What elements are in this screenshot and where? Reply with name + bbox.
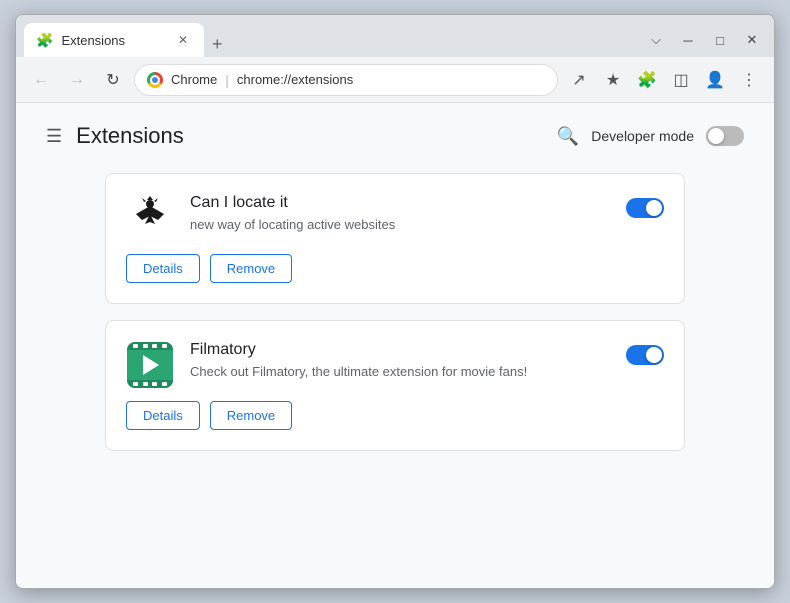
address-chrome-text: Chrome: [171, 72, 217, 87]
ext-details-button-1[interactable]: Details: [126, 254, 200, 283]
tab-close-button[interactable]: ✕: [174, 31, 192, 49]
ext-desc-2: Check out Filmatory, the ultimate extens…: [190, 363, 610, 381]
ext-icon-1: [126, 194, 174, 242]
title-bar: 🧩 Extensions ✕ + ⌵ ─ □ ✕: [16, 15, 774, 57]
minimize-button[interactable]: ─: [674, 29, 702, 51]
bookmark-button[interactable]: ★: [598, 65, 628, 95]
forward-button[interactable]: →: [62, 65, 92, 95]
ext-remove-button-2[interactable]: Remove: [210, 401, 292, 430]
search-icon[interactable]: 🔍: [557, 126, 579, 147]
film-hole: [152, 344, 157, 348]
ext-info-1: Can I locate it new way of locating acti…: [190, 194, 610, 234]
extension-card-2: Filmatory Check out Filmatory, the ultim…: [105, 320, 685, 451]
film-hole: [133, 344, 138, 348]
extensions-button[interactable]: 🧩: [632, 65, 662, 95]
restore-down-button[interactable]: ⌵: [642, 29, 670, 51]
nav-icons: ↗ ★ 🧩 ◫ 👤 ⋮: [564, 65, 764, 95]
chrome-logo: [147, 72, 163, 88]
ext-top-1: Can I locate it new way of locating acti…: [126, 194, 664, 242]
close-button[interactable]: ✕: [738, 29, 766, 51]
page-header-left: ☰ Extensions: [46, 123, 184, 149]
ext-toggle-2[interactable]: [626, 345, 664, 365]
bird-svg-icon: [127, 195, 173, 241]
developer-mode-toggle[interactable]: [706, 126, 744, 146]
film-hole: [133, 382, 138, 386]
page-header: ☰ Extensions 🔍 Developer mode: [46, 123, 744, 149]
ext-actions-1: Details Remove: [126, 254, 664, 283]
film-strip-bottom: [127, 380, 173, 388]
sidebar-button[interactable]: ◫: [666, 65, 696, 95]
filmatory-logo: [127, 342, 173, 388]
play-icon: [143, 355, 159, 375]
developer-mode-label: Developer mode: [591, 128, 694, 144]
page-title: Extensions: [76, 123, 184, 149]
window-controls: ⌵ ─ □ ✕: [642, 29, 766, 51]
film-hole: [143, 382, 148, 386]
ext-name-1: Can I locate it: [190, 194, 610, 212]
tab-extensions-icon: 🧩: [36, 32, 53, 49]
ext-toggle-1[interactable]: [626, 198, 664, 218]
address-bar[interactable]: Chrome | chrome://extensions: [134, 64, 558, 96]
back-button[interactable]: ←: [26, 65, 56, 95]
maximize-button[interactable]: □: [706, 29, 734, 51]
film-hole: [162, 382, 167, 386]
active-tab[interactable]: 🧩 Extensions ✕: [24, 23, 204, 57]
reload-button[interactable]: ↻: [98, 65, 128, 95]
ext-top-2: Filmatory Check out Filmatory, the ultim…: [126, 341, 664, 389]
film-hole: [152, 382, 157, 386]
profile-button[interactable]: 👤: [700, 65, 730, 95]
hamburger-menu-icon[interactable]: ☰: [46, 126, 62, 147]
address-url: chrome://extensions: [237, 72, 353, 87]
ext-desc-1: new way of locating active websites: [190, 216, 610, 234]
menu-button[interactable]: ⋮: [734, 65, 764, 95]
ext-icon-2: [126, 341, 174, 389]
ext-details-button-2[interactable]: Details: [126, 401, 200, 430]
page-content: ☰ Extensions 🔍 Developer mode: [16, 103, 774, 588]
extension-card-1: Can I locate it new way of locating acti…: [105, 173, 685, 304]
film-hole: [143, 344, 148, 348]
new-tab-button[interactable]: +: [204, 34, 231, 55]
header-right: 🔍 Developer mode: [557, 126, 744, 147]
film-hole: [162, 344, 167, 348]
film-strip-top: [127, 342, 173, 350]
nav-bar: ← → ↻ Chrome | chrome://extensions ↗ ★ 🧩…: [16, 57, 774, 103]
ext-name-2: Filmatory: [190, 341, 610, 359]
ext-actions-2: Details Remove: [126, 401, 664, 430]
tab-label: Extensions: [61, 33, 125, 48]
ext-info-2: Filmatory Check out Filmatory, the ultim…: [190, 341, 610, 381]
browser-window: 🧩 Extensions ✕ + ⌵ ─ □ ✕ ← → ↻ Chrome | …: [15, 14, 775, 589]
share-button[interactable]: ↗: [564, 65, 594, 95]
address-separator: |: [225, 72, 229, 88]
ext-remove-button-1[interactable]: Remove: [210, 254, 292, 283]
